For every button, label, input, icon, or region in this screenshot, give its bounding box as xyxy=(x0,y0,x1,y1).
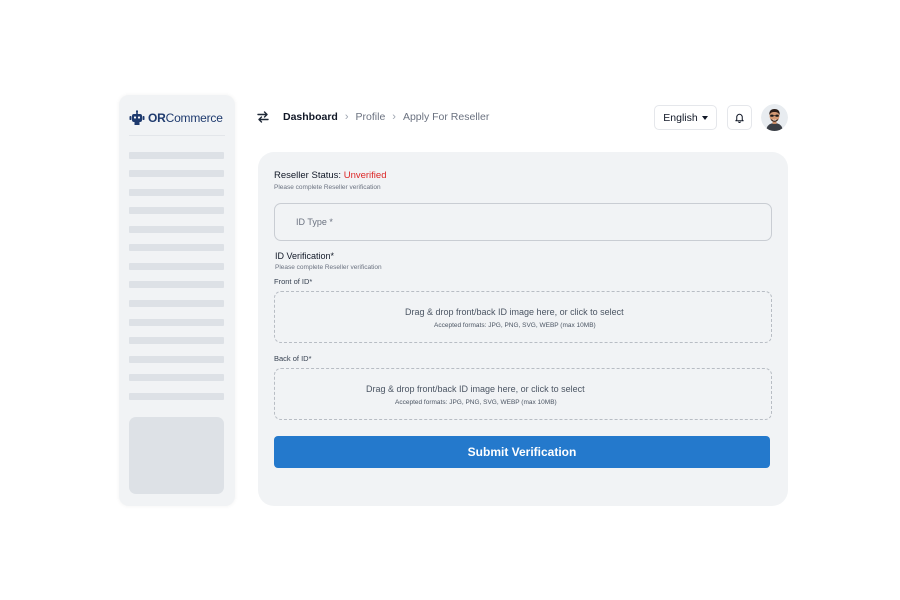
sidebar-placeholder xyxy=(129,319,224,326)
breadcrumb-dashboard[interactable]: Dashboard xyxy=(283,111,338,123)
breadcrumb-apply-reseller[interactable]: Apply For Reseller xyxy=(403,111,489,123)
sidebar-placeholder xyxy=(129,337,224,344)
back-id-dropzone[interactable]: Drag & drop front/back ID image here, or… xyxy=(274,368,772,420)
reseller-status-note: Please complete Reseller verification xyxy=(274,184,381,191)
sidebar-placeholder xyxy=(129,281,224,288)
chevron-right-icon: › xyxy=(392,111,396,123)
sidebar-divider xyxy=(129,135,225,136)
bell-icon xyxy=(735,113,744,123)
dropzone-formats: Accepted formats: JPG, PNG, SVG, WEBP (m… xyxy=(395,399,557,406)
front-id-label: Front of ID* xyxy=(274,277,313,286)
reseller-status-value: Unverified xyxy=(343,170,387,181)
sidebar-placeholder xyxy=(129,356,224,363)
caret-down-icon xyxy=(701,115,708,120)
id-type-placeholder: ID Type * xyxy=(296,217,333,227)
sidebar-placeholder xyxy=(129,152,224,159)
back-id-label: Back of ID* xyxy=(274,354,312,363)
sidebar-placeholder xyxy=(129,207,224,214)
swap-arrows-icon[interactable] xyxy=(256,110,270,124)
dropzone-formats: Accepted formats: JPG, PNG, SVG, WEBP (m… xyxy=(434,322,596,329)
sidebar-placeholder xyxy=(129,393,224,400)
breadcrumb: Dashboard › Profile › Apply For Reseller xyxy=(283,110,489,124)
submit-verification-button[interactable]: Submit Verification xyxy=(274,436,770,468)
dropzone-text: Drag & drop front/back ID image here, or… xyxy=(366,384,585,394)
id-verification-title: ID Verification* xyxy=(275,251,335,261)
id-verification-note: Please complete Reseller verification xyxy=(275,264,382,271)
sidebar-placeholder xyxy=(129,374,224,381)
brand-name: ORCommerce xyxy=(148,111,223,125)
dropzone-text: Drag & drop front/back ID image here, or… xyxy=(405,307,624,317)
sidebar-placeholder-card xyxy=(129,417,224,494)
sidebar-placeholder xyxy=(129,170,224,177)
sidebar-placeholder xyxy=(129,263,224,270)
sidebar-placeholder xyxy=(129,189,224,196)
sidebar-placeholder xyxy=(129,226,224,233)
notifications-button[interactable] xyxy=(727,105,752,130)
id-type-select[interactable]: ID Type * xyxy=(274,203,772,241)
language-selector[interactable]: English xyxy=(654,105,717,130)
reseller-status-label: Reseller Status: xyxy=(274,170,342,181)
user-avatar[interactable] xyxy=(761,104,788,131)
robot-logo-icon xyxy=(129,110,145,125)
sidebar-placeholder xyxy=(129,244,224,251)
front-id-dropzone[interactable]: Drag & drop front/back ID image here, or… xyxy=(274,291,772,343)
sidebar-placeholder xyxy=(129,300,224,307)
language-label: English xyxy=(663,111,698,124)
brand-logo[interactable]: ORCommerce xyxy=(129,109,223,127)
reseller-verification-card: Reseller Status: Unverified Please compl… xyxy=(258,152,788,506)
breadcrumb-profile[interactable]: Profile xyxy=(356,111,386,123)
chevron-right-icon: › xyxy=(344,111,349,123)
reseller-status: Reseller Status: Unverified xyxy=(274,170,386,181)
sidebar: ORCommerce xyxy=(119,95,235,506)
avatar-image xyxy=(761,104,788,131)
